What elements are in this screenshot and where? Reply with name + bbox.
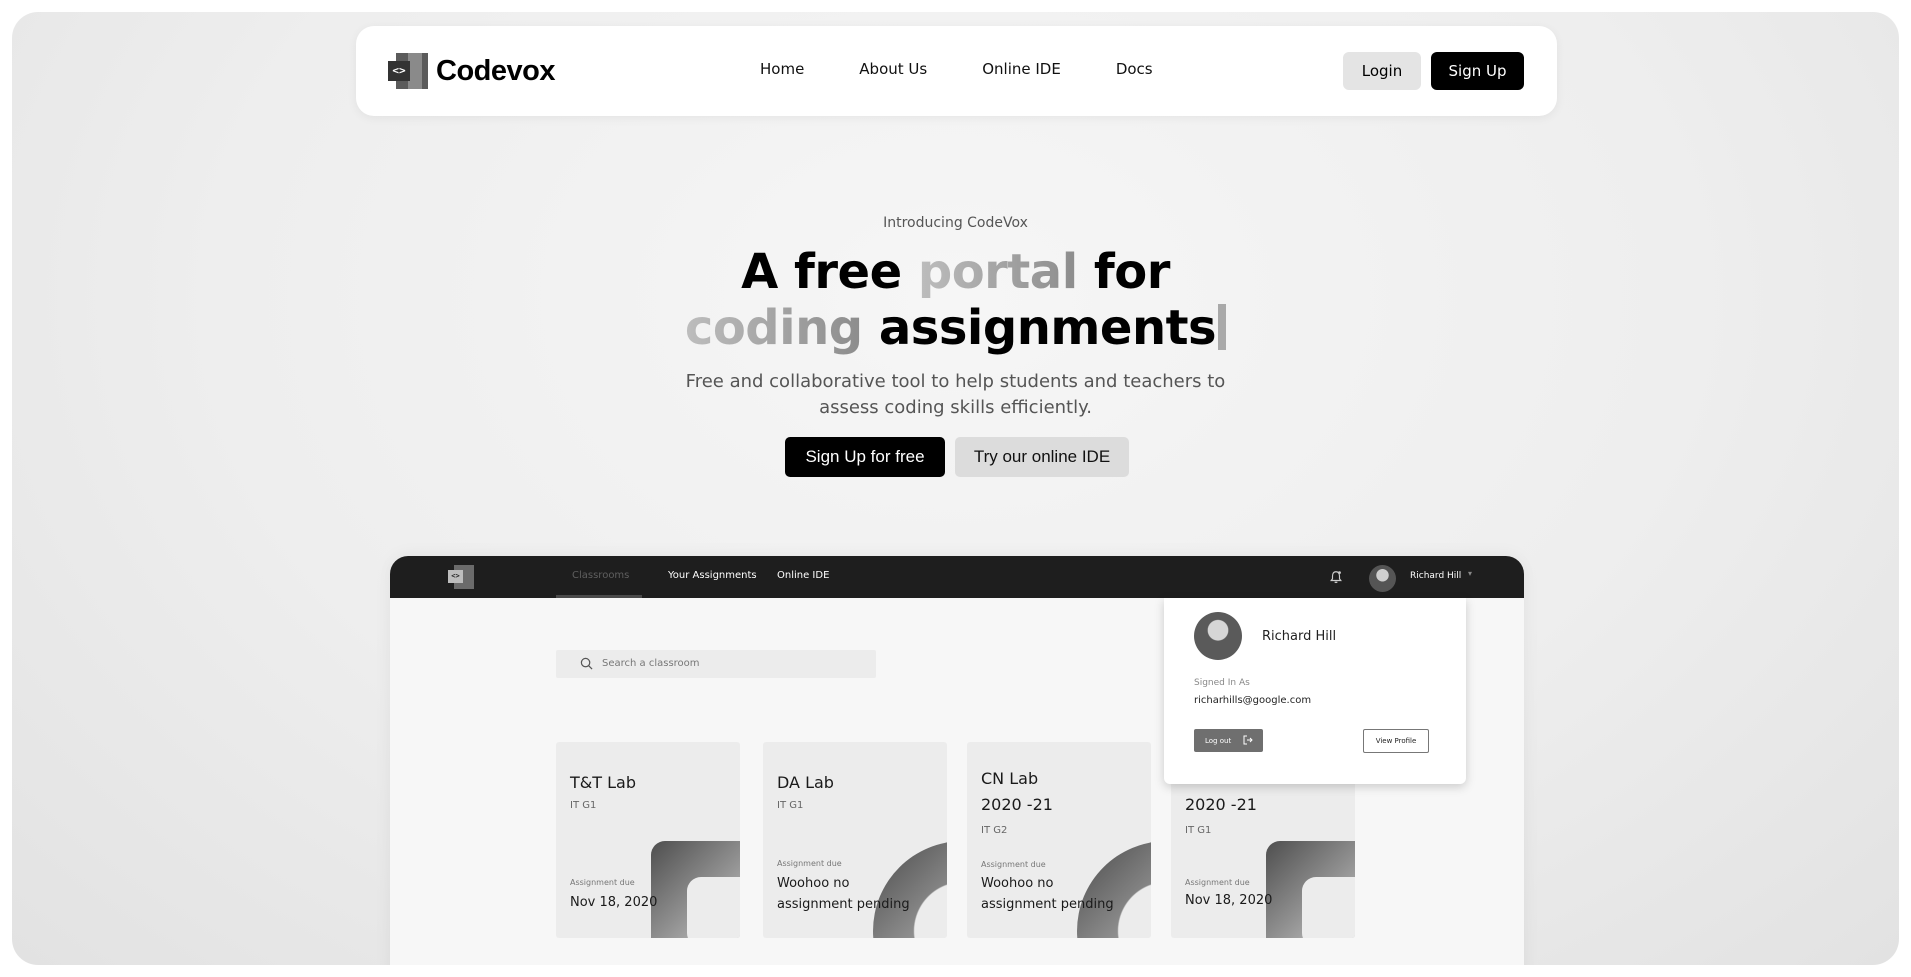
chevron-down-icon[interactable]: ▾: [1468, 569, 1472, 578]
profile-email: richarhills@google.com: [1194, 695, 1312, 706]
card-due-label: Assignment due: [570, 878, 635, 887]
brand[interactable]: <> Codevox: [388, 50, 555, 92]
logout-button[interactable]: Log out: [1194, 729, 1263, 752]
signup-free-button[interactable]: Sign Up for free: [785, 437, 945, 477]
app-preview: <> Classrooms Your Assignments Online ID…: [390, 556, 1524, 965]
nav-link-home[interactable]: Home: [760, 60, 804, 78]
card-title: CN Lab 2020 -21: [981, 769, 1053, 814]
tab-classrooms[interactable]: Classrooms: [572, 570, 629, 581]
signup-button[interactable]: Sign Up: [1431, 52, 1524, 90]
card-title: T&T Lab: [570, 773, 636, 792]
active-tab-indicator: [556, 595, 642, 598]
hero-title-part3: assignments: [862, 300, 1217, 356]
search-icon: [580, 657, 593, 670]
classroom-card[interactable]: DA Lab IT G1 Assignment due Woohoo no as…: [763, 742, 947, 938]
nav-links: Home About Us Online IDE Docs: [760, 60, 1208, 78]
typing-caret: [1218, 304, 1227, 350]
top-navbar: <> Codevox Home About Us Online IDE Docs…: [356, 26, 1557, 116]
app-logo-icon[interactable]: <>: [448, 565, 474, 589]
logout-icon: [1243, 735, 1253, 745]
card-due-value: Woohoo no assignment pending: [981, 876, 1114, 912]
page-frame: <> Codevox Home About Us Online IDE Docs…: [12, 12, 1899, 965]
classroom-card[interactable]: CN Lab 2020 -21 IT G2 Assignment due Woo…: [967, 742, 1151, 938]
card-section: IT G1: [777, 800, 804, 811]
hero-title-part1: A free: [741, 244, 918, 300]
card-decoration: [1266, 841, 1355, 938]
tab-your-assignments[interactable]: Your Assignments: [668, 570, 757, 581]
card-section: IT G2: [981, 825, 1008, 836]
profile-popup: Richard Hill Signed In As richarhills@go…: [1164, 598, 1466, 784]
classroom-search[interactable]: Search a classroom: [556, 650, 876, 678]
profile-name: Richard Hill: [1262, 629, 1337, 644]
card-due-label: Assignment due: [1185, 878, 1250, 887]
nav-link-docs[interactable]: Docs: [1116, 60, 1153, 78]
nav-link-online-ide[interactable]: Online IDE: [982, 60, 1061, 78]
search-placeholder: Search a classroom: [602, 658, 700, 669]
bell-icon[interactable]: [1329, 570, 1343, 584]
try-online-ide-button[interactable]: Try our online IDE: [955, 437, 1129, 477]
hero-title-part2: for: [1077, 244, 1171, 300]
card-due-label: Assignment due: [777, 859, 842, 868]
login-button[interactable]: Login: [1343, 52, 1421, 90]
card-title: 2020 -21: [1185, 795, 1257, 814]
logo-icon: <>: [388, 53, 428, 89]
card-section: IT G1: [570, 800, 597, 811]
card-decoration: [651, 841, 740, 938]
hero-title-highlight2: coding: [684, 300, 863, 356]
hero-subtitle: Free and collaborative tool to help stud…: [12, 369, 1899, 421]
hero-title-highlight1: portal: [917, 244, 1078, 300]
app-bar: <> Classrooms Your Assignments Online ID…: [390, 556, 1524, 598]
app-user-name[interactable]: Richard Hill: [1410, 571, 1461, 581]
hero-subtitle-line2: assess coding skills efficiently.: [819, 397, 1092, 418]
card-due-value: Nov 18, 2020: [1185, 893, 1273, 908]
view-profile-button[interactable]: View Profile: [1363, 729, 1429, 753]
brand-name: Codevox: [436, 54, 555, 87]
signed-in-label: Signed In As: [1194, 678, 1250, 688]
hero-title: A free portal for coding assignments: [12, 244, 1899, 356]
card-due-label: Assignment due: [981, 860, 1046, 869]
card-section: IT G1: [1185, 825, 1212, 836]
card-due-value: Nov 18, 2020: [570, 895, 658, 910]
card-title: DA Lab: [777, 773, 834, 792]
card-due-value: Woohoo no assignment pending: [777, 876, 910, 912]
tab-online-ide[interactable]: Online IDE: [777, 570, 829, 581]
hero-subtitle-line1: Free and collaborative tool to help stud…: [685, 371, 1226, 392]
avatar[interactable]: [1369, 565, 1396, 592]
avatar: [1194, 612, 1242, 660]
classroom-card[interactable]: T&T Lab IT G1 Assignment due Nov 18, 202…: [556, 742, 740, 938]
hero-eyebrow: Introducing CodeVox: [883, 215, 1028, 231]
logout-label: Log out: [1205, 736, 1232, 745]
nav-link-about-us[interactable]: About Us: [859, 60, 927, 78]
